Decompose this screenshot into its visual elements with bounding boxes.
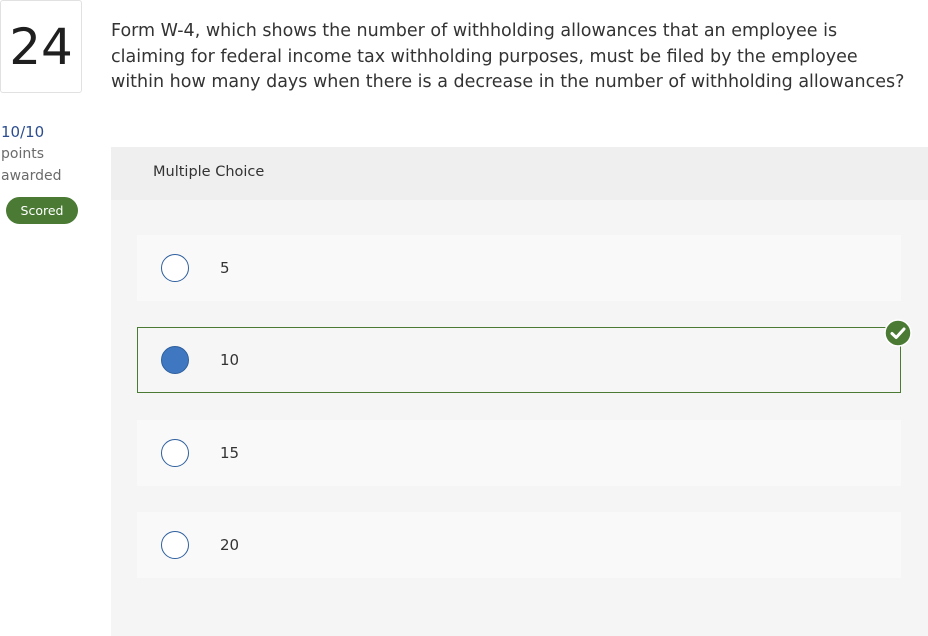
radio-button-selected[interactable] bbox=[161, 346, 189, 374]
question-number: 24 bbox=[0, 0, 82, 93]
multiple-choice-panel: Multiple Choice 5 10 15 20 bbox=[111, 147, 928, 636]
choice-option-15[interactable]: 15 bbox=[137, 420, 901, 486]
radio-button[interactable] bbox=[161, 254, 189, 282]
radio-button[interactable] bbox=[161, 531, 189, 559]
choice-option-10[interactable]: 10 bbox=[137, 327, 901, 393]
choice-label: 5 bbox=[220, 259, 230, 277]
score-summary: 10/10 points awarded bbox=[1, 121, 81, 187]
points-value: 10/10 bbox=[1, 123, 45, 141]
question-text: Form W-4, which shows the number of with… bbox=[111, 21, 905, 92]
choice-label: 10 bbox=[220, 351, 240, 369]
multiple-choice-header: Multiple Choice bbox=[111, 147, 928, 200]
choice-option-20[interactable]: 20 bbox=[137, 512, 901, 578]
check-circle-icon bbox=[884, 319, 912, 347]
question-number-text: 24 bbox=[9, 17, 73, 76]
choice-label: 20 bbox=[220, 536, 240, 554]
choice-label: 15 bbox=[220, 444, 240, 462]
awarded-label: awarded bbox=[1, 168, 62, 184]
scored-badge: Scored bbox=[6, 197, 78, 224]
scored-badge-label: Scored bbox=[20, 203, 64, 218]
points-label: points bbox=[1, 146, 44, 162]
multiple-choice-title: Multiple Choice bbox=[153, 164, 265, 180]
choice-option-5[interactable]: 5 bbox=[137, 235, 901, 301]
radio-button[interactable] bbox=[161, 439, 189, 467]
